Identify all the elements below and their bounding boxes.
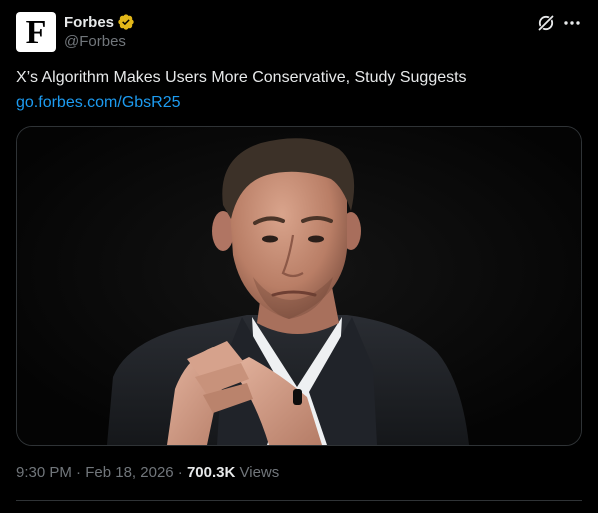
- grok-icon[interactable]: [536, 13, 556, 33]
- author-handle[interactable]: @Forbes: [64, 33, 126, 50]
- verified-badge-icon: [118, 14, 134, 30]
- more-options-icon[interactable]: [562, 13, 582, 33]
- divider: [16, 500, 582, 501]
- avatar[interactable]: F: [16, 12, 56, 52]
- post-date[interactable]: Feb 18, 2026: [85, 464, 173, 481]
- views-count: 700.3K: [186, 464, 236, 481]
- avatar-letter: F: [25, 14, 47, 51]
- meta-separator: ·: [71, 464, 86, 481]
- post-time[interactable]: 9:30 PM: [16, 464, 72, 481]
- views-label: Views: [235, 464, 280, 481]
- post-text: X’s Algorithm Makes Users More Conservat…: [16, 69, 467, 86]
- meta-separator: ·: [173, 464, 187, 481]
- post-photo[interactable]: [16, 126, 582, 446]
- post-link[interactable]: go.forbes.com/GbsR25: [16, 93, 181, 113]
- post: F Forbes @Forbes X’s Algorithm Makes Use…: [0, 0, 598, 513]
- author-name-row: Forbes: [64, 12, 135, 32]
- author-display-name[interactable]: Forbes: [64, 14, 114, 31]
- post-meta: 9:30 PM · Feb 18, 2026 · 700.3K Views: [16, 463, 279, 483]
- photo-illustration: [17, 127, 581, 445]
